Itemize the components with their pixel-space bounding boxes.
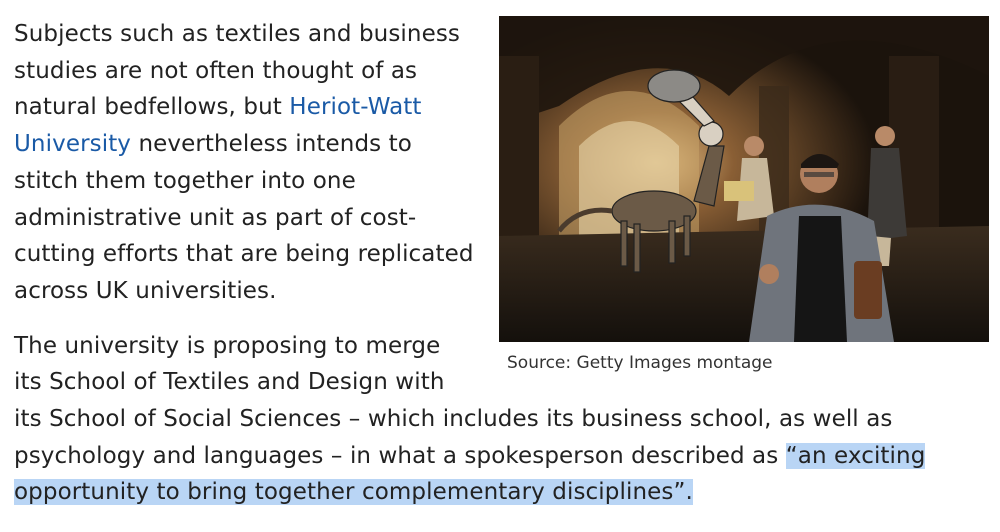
article-image — [499, 16, 989, 342]
article-body: Source: Getty Images montage Subjects su… — [14, 16, 989, 529]
article-figure: Source: Getty Images montage — [499, 16, 989, 374]
image-caption: Source: Getty Images montage — [507, 353, 773, 373]
